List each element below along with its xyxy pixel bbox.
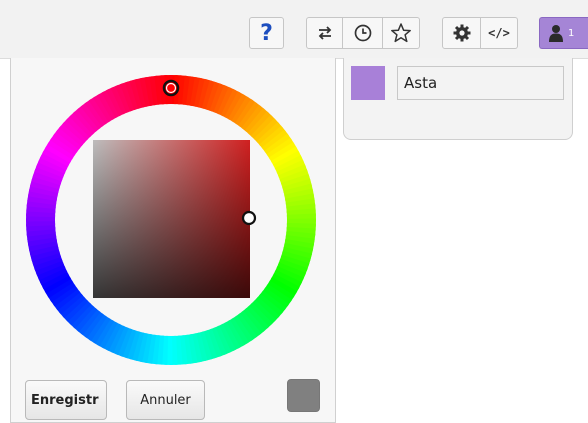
user-color-swatch[interactable] (351, 66, 385, 100)
help-icon: ? (260, 20, 273, 46)
gear-icon (453, 24, 470, 42)
saturation-value-square[interactable] (93, 140, 250, 298)
history-icon (354, 24, 371, 42)
toolbar: ? </> 1 (0, 0, 588, 59)
cancel-button[interactable]: Annuler (126, 380, 205, 420)
saturation-handle[interactable] (241, 210, 257, 226)
embed-code-button[interactable]: </> (481, 17, 518, 49)
help-button[interactable]: ? (249, 17, 284, 49)
code-icon: </> (488, 26, 510, 40)
star-icon (391, 23, 411, 43)
history-button[interactable] (343, 17, 383, 49)
color-preview-swatch (287, 379, 320, 412)
settings-button[interactable] (442, 17, 481, 49)
save-button[interactable]: Enregistr (25, 380, 107, 420)
user-count: 1 (568, 27, 575, 39)
color-wheel[interactable] (23, 72, 323, 372)
swap-icon (318, 26, 331, 40)
swap-button[interactable] (306, 17, 343, 49)
users-button[interactable]: 1 (539, 17, 588, 49)
favorite-button[interactable] (383, 17, 420, 49)
user-icon (549, 25, 563, 42)
user-name-input[interactable] (397, 66, 564, 100)
